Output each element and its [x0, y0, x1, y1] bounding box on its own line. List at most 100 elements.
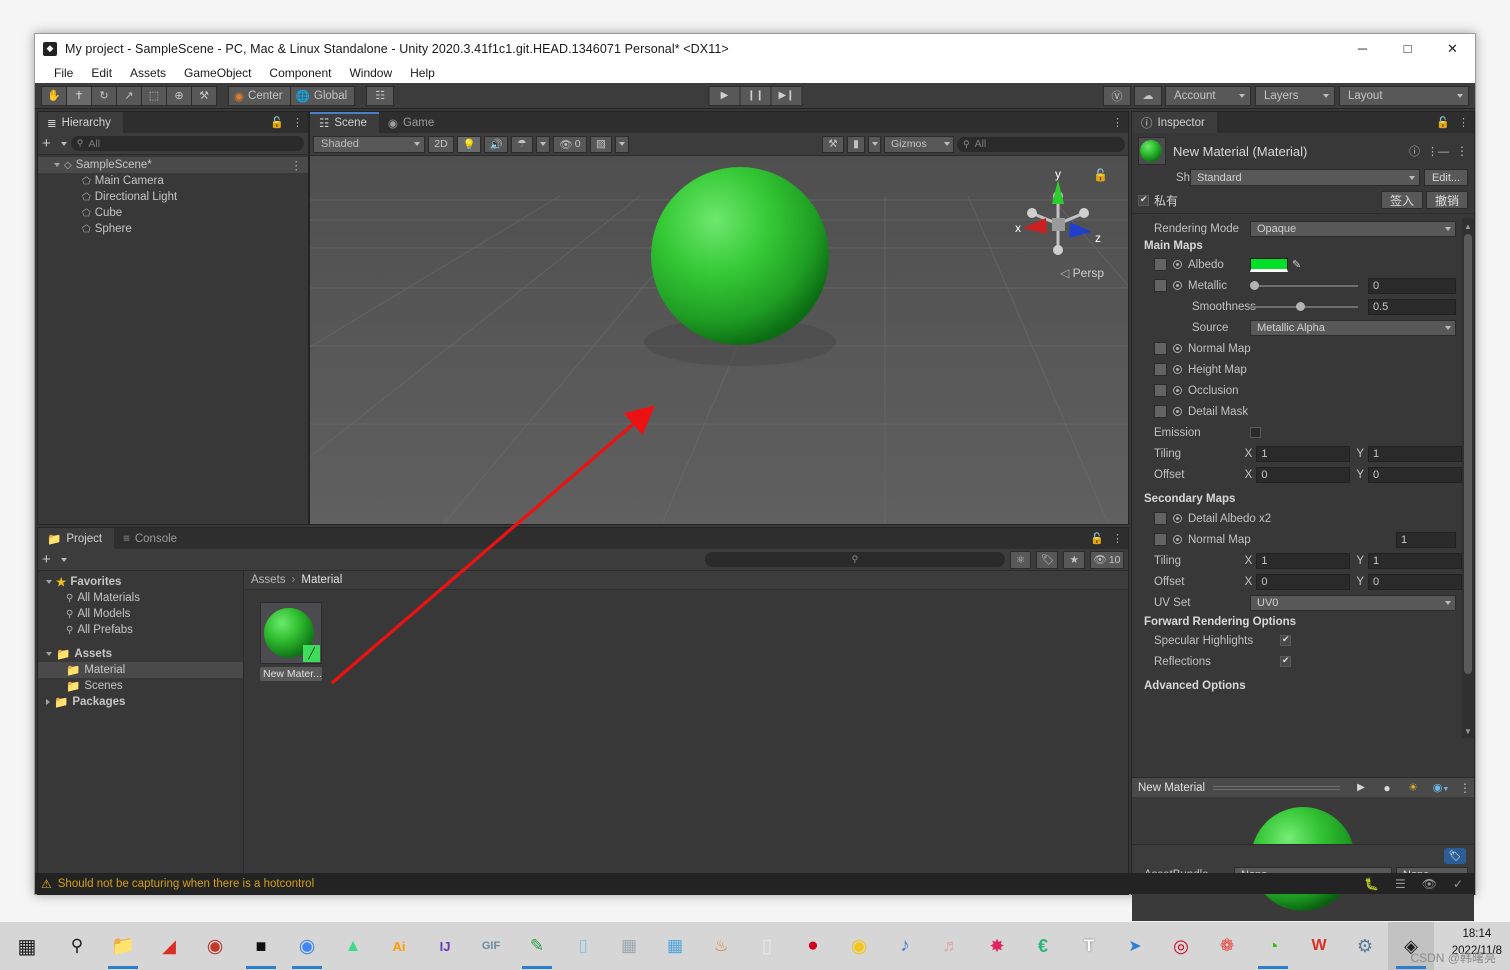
- project-tree-assets[interactable]: 📁 Assets: [38, 646, 243, 662]
- detail-albedo-texture-slot[interactable]: [1154, 512, 1167, 525]
- projection-label[interactable]: ◁ Persp: [1060, 266, 1104, 280]
- preview-environment-icon[interactable]: ◉▼: [1426, 781, 1456, 794]
- grid-dropdown[interactable]: [615, 135, 629, 153]
- gif-tool-icon[interactable]: GIF: [468, 922, 514, 970]
- tiling-x-field[interactable]: 1: [1256, 445, 1351, 462]
- step-button[interactable]: ▶❙: [770, 85, 803, 106]
- status-message[interactable]: Should not be capturing when there is a …: [58, 878, 314, 890]
- specular-highlights-checkbox[interactable]: [1280, 634, 1291, 646]
- grid-visibility-icon[interactable]: ▧: [590, 135, 612, 153]
- hand-tool-button[interactable]: ✋: [41, 85, 67, 106]
- reflections-checkbox[interactable]: [1280, 655, 1291, 667]
- hierarchy-row-menu-icon[interactable]: ⋮: [291, 158, 303, 172]
- tab-inspector[interactable]: ⓘ Inspector: [1132, 112, 1217, 133]
- text-tool-icon[interactable]: T: [1066, 922, 1112, 970]
- cloud-icon[interactable]: ☁: [1134, 85, 1162, 106]
- inspector-scrollbar[interactable]: ▲ ▼: [1462, 218, 1474, 738]
- wps-icon[interactable]: ◢: [146, 922, 192, 970]
- calculator-icon[interactable]: ▦: [652, 922, 698, 970]
- layout-dropdown[interactable]: Layout: [1339, 85, 1469, 106]
- menu-component[interactable]: Component: [260, 65, 340, 81]
- start-button[interactable]: ▦: [0, 922, 54, 970]
- lock-icon[interactable]: 🔓: [270, 116, 284, 129]
- settings-icon[interactable]: ⚙: [1342, 922, 1388, 970]
- scene-view-gizmo[interactable]: y x z 🔓 ◁ Persp: [1010, 166, 1108, 280]
- rotate-tool-button[interactable]: ↻: [91, 85, 117, 106]
- tab-game[interactable]: ◉ Game: [378, 112, 447, 133]
- shader-dropdown[interactable]: Standard: [1190, 169, 1420, 186]
- hidden-items-badge[interactable]: 👁 10: [1090, 550, 1124, 569]
- secondary-tiling-y-field[interactable]: 1: [1368, 552, 1462, 569]
- label-tag-icon[interactable]: 🏷: [1036, 550, 1059, 569]
- record-icon[interactable]: ●: [790, 922, 836, 970]
- terminal-icon[interactable]: ■: [238, 922, 284, 970]
- expand-arrow-icon[interactable]: [46, 699, 50, 705]
- play-button[interactable]: ▶: [708, 85, 741, 106]
- help-icon[interactable]: ⓘ: [1409, 143, 1420, 159]
- scale-tool-button[interactable]: ↗: [116, 85, 142, 106]
- project-tree-all-prefabs[interactable]: ⚲ All Prefabs: [38, 622, 243, 638]
- effects-icon[interactable]: ☂: [511, 135, 533, 153]
- project-tree-material[interactable]: 📁 Material: [38, 662, 243, 678]
- transform-tool-button[interactable]: ⊕: [166, 85, 192, 106]
- collab-icon[interactable]: Ⓥ: [1103, 85, 1131, 106]
- project-menu-icon[interactable]: ⋮: [1112, 532, 1123, 545]
- document-icon[interactable]: ▯: [744, 922, 790, 970]
- project-search-input[interactable]: ⚲: [704, 552, 1005, 567]
- handle-rotation-button[interactable]: 🌐 Global: [289, 85, 356, 106]
- pause-button[interactable]: ❙❙: [739, 85, 772, 106]
- notepad-icon[interactable]: ▯: [560, 922, 606, 970]
- preview-menu-icon[interactable]: ⋮: [1456, 781, 1474, 795]
- albedo-color-swatch[interactable]: [1250, 257, 1288, 272]
- metallic-slider[interactable]: [1250, 281, 1358, 290]
- menu-edit[interactable]: Edit: [82, 65, 121, 81]
- secondary-offset-x-field[interactable]: 0: [1256, 573, 1351, 590]
- expand-arrow-icon[interactable]: [46, 652, 52, 656]
- editor-icon[interactable]: ✎: [514, 922, 560, 970]
- hierarchy-item-cube[interactable]: ⬠ Cube: [38, 205, 308, 221]
- secondary-normal-texture-slot[interactable]: [1154, 533, 1167, 546]
- monitor-icon[interactable]: ▦: [606, 922, 652, 970]
- secondary-normal-toggle-icon[interactable]: [1173, 535, 1182, 544]
- hierarchy-item-samplescene[interactable]: ◇ SampleScene* ⋮: [38, 157, 308, 173]
- secondary-normal-value-field[interactable]: 1: [1396, 531, 1456, 548]
- splash-icon[interactable]: ✸: [974, 922, 1020, 970]
- normal-map-texture-slot[interactable]: [1154, 342, 1167, 355]
- favorite-star-icon[interactable]: ★: [1063, 550, 1085, 569]
- detail-albedo-toggle-icon[interactable]: [1173, 514, 1182, 523]
- pivot-mode-button[interactable]: ◉ Center: [228, 85, 291, 106]
- scene-camera-icon[interactable]: ▮: [847, 135, 865, 153]
- hierarchy-item-directional-light[interactable]: ⬠ Directional Light: [38, 189, 308, 205]
- project-tree-all-models[interactable]: ⚲ All Models: [38, 606, 243, 622]
- rendering-mode-dropdown[interactable]: Opaque: [1250, 220, 1456, 237]
- euro-icon[interactable]: €: [1020, 922, 1066, 970]
- project-add-button[interactable]: +: [42, 551, 67, 568]
- preview-lighting-icon[interactable]: ☀: [1400, 781, 1426, 794]
- check-circle-icon[interactable]: ✓: [1453, 877, 1463, 891]
- menu-help[interactable]: Help: [401, 65, 444, 81]
- metallic-value-field[interactable]: 0: [1368, 277, 1456, 294]
- occlusion-texture-slot[interactable]: [1154, 384, 1167, 397]
- music-icon[interactable]: ♪: [882, 922, 928, 970]
- draw-mode-dropdown[interactable]: Shaded: [313, 135, 425, 153]
- uv-set-dropdown[interactable]: UV0: [1250, 594, 1456, 611]
- move-tool-button[interactable]: ✝: [66, 85, 92, 106]
- lock-icon[interactable]: 🔓: [1436, 116, 1450, 129]
- offset-y-field[interactable]: 0: [1368, 466, 1462, 483]
- project-tree-packages[interactable]: 📁 Packages: [38, 694, 243, 710]
- height-map-toggle-icon[interactable]: [1173, 365, 1182, 374]
- project-tree-all-materials[interactable]: ⚲ All Materials: [38, 590, 243, 606]
- close-button[interactable]: ✕: [1430, 34, 1475, 63]
- record2-icon[interactable]: ◎: [1158, 922, 1204, 970]
- gizmo-lock-icon[interactable]: 🔓: [1093, 168, 1108, 182]
- preview-shape-icon[interactable]: ●: [1374, 781, 1400, 795]
- sound-icon[interactable]: ♬: [928, 922, 974, 970]
- hierarchy-item-main-camera[interactable]: ⬠ Main Camera: [38, 173, 308, 189]
- scene-tools-icon[interactable]: ⚒: [822, 135, 844, 153]
- maximize-button[interactable]: □: [1385, 34, 1430, 63]
- occlusion-toggle-icon[interactable]: [1173, 386, 1182, 395]
- private-checkbox[interactable]: [1138, 194, 1149, 206]
- smoothness-slider[interactable]: [1250, 302, 1358, 311]
- lightbulb-icon[interactable]: 💡: [457, 135, 481, 153]
- secondary-tiling-x-field[interactable]: 1: [1256, 552, 1351, 569]
